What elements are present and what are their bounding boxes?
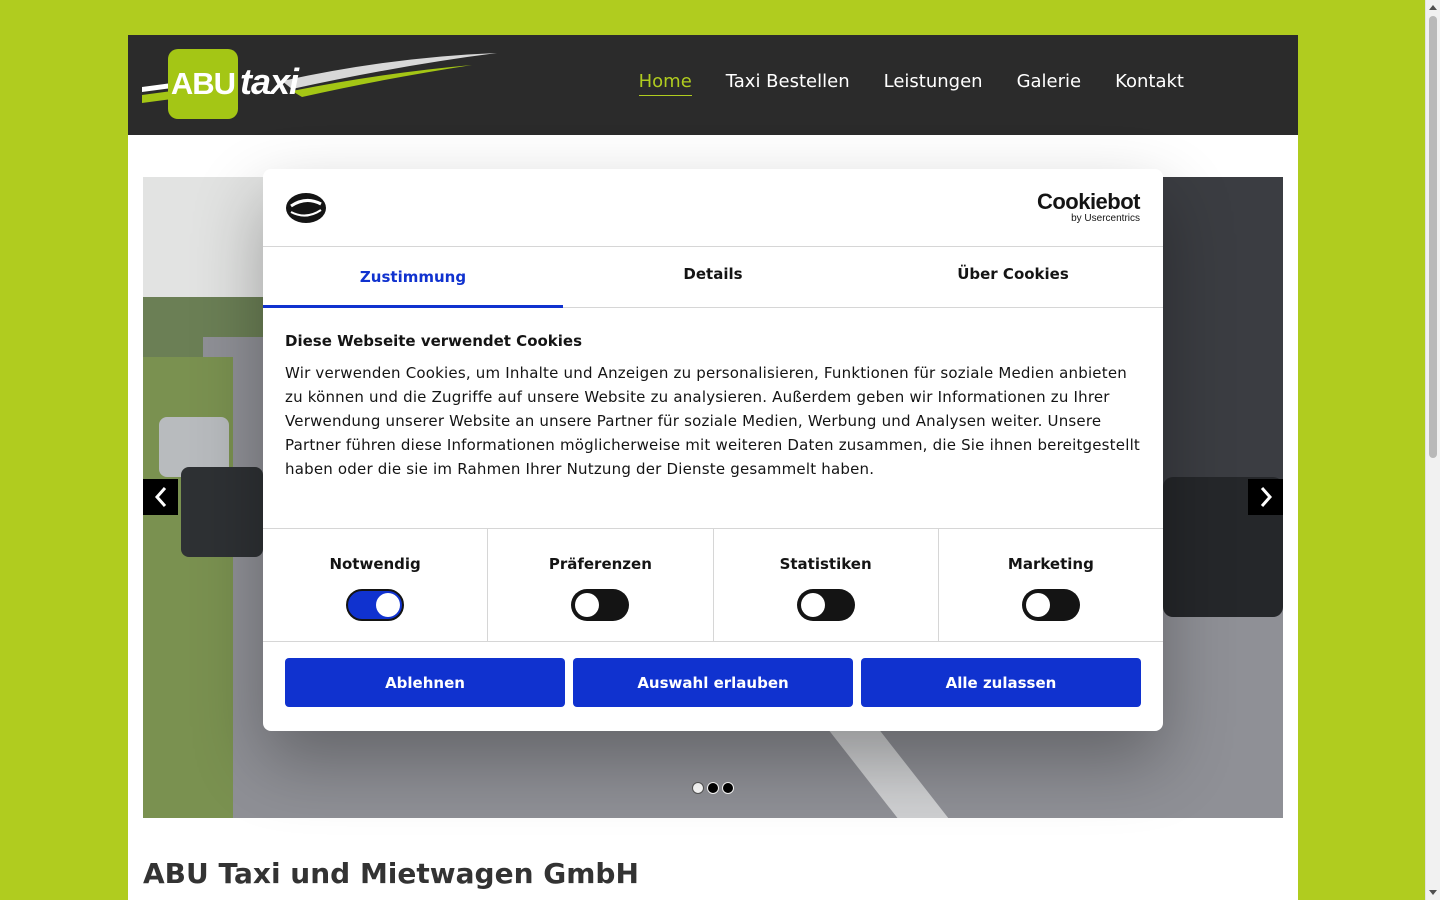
nav-item-galerie[interactable]: Galerie <box>1017 71 1082 96</box>
cookie-dialog-header: Cookiebot by Usercentrics <box>263 169 1163 247</box>
consent-label: Präferenzen <box>548 555 652 573</box>
reject-button[interactable]: Ablehnen <box>285 658 565 707</box>
page-scrollbar[interactable] <box>1425 0 1440 900</box>
logo-abu-box: ABU <box>168 49 238 119</box>
cookiebot-brand-sub: by Usercentrics <box>1071 213 1140 224</box>
slide-image-car <box>181 467 263 557</box>
tab-zustimmung[interactable]: Zustimmung <box>263 247 563 308</box>
toggle-statistiken[interactable] <box>796 589 855 621</box>
toggle-knob <box>575 593 600 617</box>
toggle-knob <box>376 593 401 617</box>
toggle-marketing[interactable] <box>1021 589 1080 621</box>
nav-item-taxi-bestellen[interactable]: Taxi Bestellen <box>726 71 850 96</box>
toggle-notwendig[interactable] <box>346 589 405 621</box>
consent-marketing: Marketing <box>939 529 1163 641</box>
cookie-consent-dialog: Cookiebot by Usercentrics Zustimmung Det… <box>263 169 1163 731</box>
cookie-body: Diese Webseite verwendet Cookies Wir ver… <box>263 308 1163 529</box>
tab-details[interactable]: Details <box>563 247 863 307</box>
consent-label: Notwendig <box>329 555 421 573</box>
main-nav: Home Taxi Bestellen Leistungen Galerie K… <box>638 71 1184 96</box>
toggle-knob <box>1025 593 1050 617</box>
nav-item-home[interactable]: Home <box>638 71 692 96</box>
nav-item-kontakt[interactable]: Kontakt <box>1115 71 1184 96</box>
tab-ueber-cookies[interactable]: Über Cookies <box>863 247 1163 307</box>
allow-selection-button[interactable]: Auswahl erlauben <box>573 658 853 707</box>
consent-praeferenzen: Präferenzen <box>488 529 714 641</box>
chevron-right-icon <box>1260 487 1272 507</box>
consent-statistiken: Statistiken <box>714 529 939 641</box>
slide-image-building <box>1153 177 1283 517</box>
page-title: ABU Taxi und Mietwagen GmbH <box>143 857 639 890</box>
slider-dots <box>692 782 734 794</box>
consent-label: Marketing <box>1007 555 1094 573</box>
cookie-buttons: Ablehnen Auswahl erlauben Alle zulassen <box>263 642 1163 723</box>
cookie-description: Wir verwenden Cookies, um Inhalte und An… <box>285 364 1141 478</box>
logo-taxi-text: taxi <box>240 61 299 102</box>
toggle-praeferenzen[interactable] <box>571 589 630 621</box>
cookie-logo-icon <box>286 193 326 223</box>
slider-dot[interactable] <box>722 782 734 794</box>
consent-label: Statistiken <box>779 555 872 573</box>
slider-next-button[interactable] <box>1248 479 1283 515</box>
cookiebot-brand-name: Cookiebot <box>1036 189 1141 214</box>
cookie-heading: Diese Webseite verwendet Cookies <box>285 332 583 350</box>
site-header: ABU taxi Home Taxi Bestellen Leistungen … <box>128 35 1298 135</box>
chevron-left-icon <box>154 487 166 507</box>
site-logo[interactable]: ABU taxi <box>142 47 502 123</box>
cookie-tabs: Zustimmung Details Über Cookies <box>263 247 1163 308</box>
nav-item-leistungen[interactable]: Leistungen <box>884 71 983 96</box>
scrollbar-thumb[interactable] <box>1429 16 1437 458</box>
allow-all-button[interactable]: Alle zulassen <box>861 658 1141 707</box>
cookiebot-brand[interactable]: Cookiebot by Usercentrics <box>1036 189 1141 225</box>
consent-notwendig: Notwendig <box>263 529 489 641</box>
slider-dot[interactable] <box>692 782 704 794</box>
consent-categories: Notwendig Präferenzen Statistiken Market… <box>263 529 1163 642</box>
scroll-up-arrow-icon[interactable] <box>1429 5 1437 10</box>
slider-prev-button[interactable] <box>143 479 178 515</box>
scroll-down-arrow-icon[interactable] <box>1429 890 1437 895</box>
toggle-knob <box>800 593 825 617</box>
slider-dot[interactable] <box>707 782 719 794</box>
